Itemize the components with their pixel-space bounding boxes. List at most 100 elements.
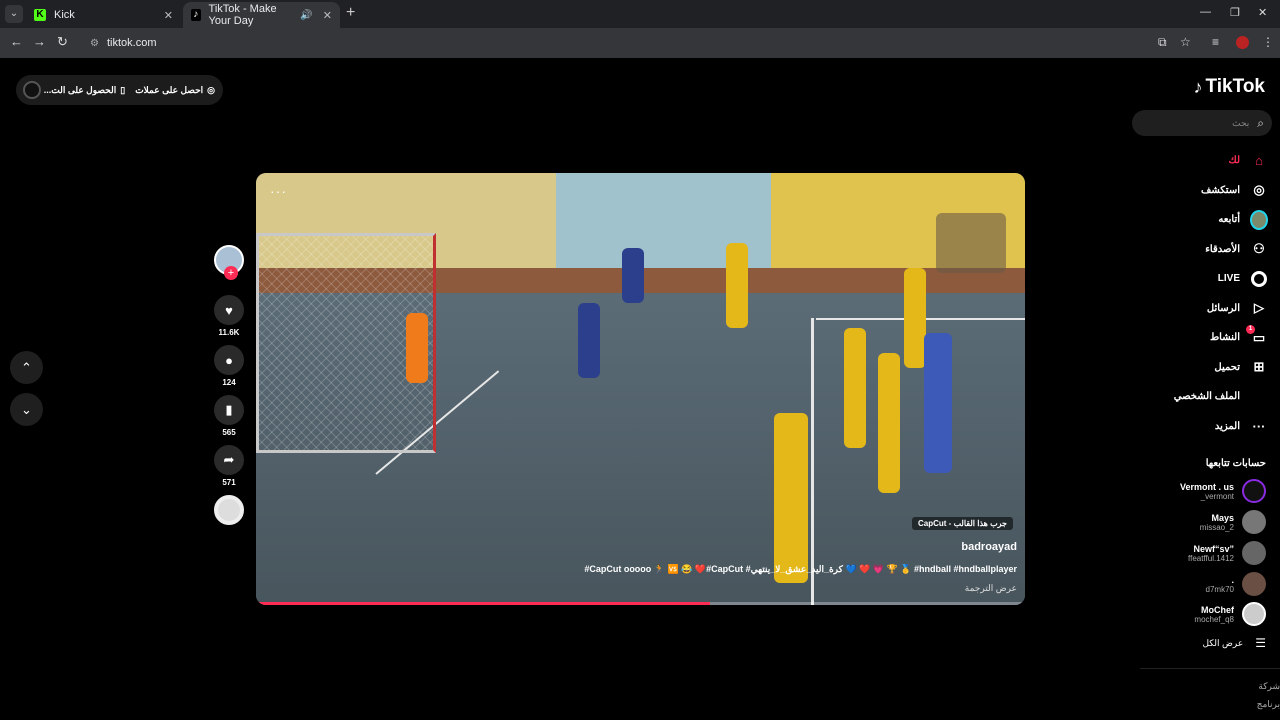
- see-all-link[interactable]: عرض الكل ☰: [1202, 636, 1266, 650]
- sidebar-item-following[interactable]: أتابعه: [1128, 205, 1268, 235]
- bookmark-icon[interactable]: ▮: [214, 395, 244, 425]
- tab-search-button[interactable]: ⌄: [5, 5, 23, 23]
- account-name: Newf“sv”: [1193, 543, 1234, 554]
- player-blue: [924, 333, 952, 473]
- sidebar-item-for-you[interactable]: لك ⌂: [1128, 146, 1268, 176]
- footer-link-program[interactable]: برنامج: [1257, 699, 1280, 710]
- court-line: [811, 318, 814, 605]
- player-yellow: [878, 353, 900, 493]
- sidebar-item-label: المزيد: [1214, 420, 1240, 432]
- new-tab-button[interactable]: +: [346, 4, 355, 22]
- back-icon[interactable]: ←: [10, 34, 23, 49]
- save-action[interactable]: ▮ 565: [214, 395, 244, 437]
- sidebar-item-label: استكشف: [1201, 184, 1240, 196]
- previous-video-button[interactable]: ⌃: [10, 351, 43, 384]
- home-icon: ⌂: [1255, 153, 1263, 169]
- player-blue: [622, 248, 644, 303]
- sidebar-item-label: أتابعه: [1218, 214, 1240, 226]
- site-info-icon[interactable]: ⚙: [90, 38, 99, 49]
- bookmark-star-icon[interactable]: ☆: [1180, 35, 1191, 49]
- player-yellow: [904, 268, 926, 368]
- following-account[interactable]: . d7mk70: [1126, 569, 1266, 599]
- sidebar-item-live[interactable]: LIVE: [1128, 264, 1268, 294]
- sidebar-item-friends[interactable]: الأصدقاء ⚇: [1128, 235, 1268, 265]
- tab-tiktok[interactable]: ♪ TikTok - Make Your Day 🔊 ✕: [183, 2, 340, 28]
- video-more-options-icon[interactable]: ···: [270, 183, 287, 199]
- close-window-icon[interactable]: ✕: [1258, 6, 1267, 19]
- account-handle: _vermont: [1200, 491, 1234, 501]
- following-account[interactable]: MoChef mochef_q8: [1126, 599, 1266, 629]
- profile-avatar-icon[interactable]: [1236, 36, 1249, 49]
- more-icon: ···: [1252, 418, 1266, 434]
- sidebar-item-profile[interactable]: الملف الشخصي: [1128, 382, 1268, 412]
- compass-icon: ◎: [1253, 182, 1265, 198]
- avatar: [1242, 541, 1266, 565]
- reload-icon[interactable]: ↻: [57, 34, 68, 50]
- get-coins-link[interactable]: ◎ احصل على عملات: [135, 85, 215, 96]
- account-name: .: [1231, 574, 1234, 585]
- sidebar-item-label: الأصدقاء: [1205, 243, 1240, 255]
- restore-icon[interactable]: ❐: [1230, 6, 1240, 19]
- sidebar-item-more[interactable]: المزيد ···: [1128, 412, 1268, 442]
- sidebar-item-explore[interactable]: استكشف ◎: [1128, 176, 1268, 206]
- video-author[interactable]: badroayad: [961, 541, 1017, 553]
- tab-kick[interactable]: K Kick ✕: [26, 2, 181, 28]
- get-coins-label: احصل على عملات: [135, 84, 204, 95]
- live-icon: [1250, 270, 1268, 288]
- install-app-icon[interactable]: ⧉: [1158, 35, 1167, 50]
- browser-menu-icon[interactable]: ⋮: [1262, 35, 1274, 49]
- media-controls-icon[interactable]: ≡: [1212, 35, 1219, 49]
- video-caption: #CapCut ooooo 🏃 🆚 😂 ❤️#CapCut #كرة_اليد_…: [584, 564, 1017, 574]
- follow-plus-icon[interactable]: +: [224, 266, 238, 280]
- minimize-icon[interactable]: —: [1200, 6, 1211, 18]
- notification-badge: 1: [1246, 324, 1255, 334]
- get-app-link[interactable]: ▯ الحصول على الت...: [44, 85, 125, 96]
- next-video-button[interactable]: ⌄: [10, 393, 43, 426]
- search-placeholder: بحث: [1232, 117, 1250, 128]
- friends-icon: ⚇: [1253, 241, 1265, 257]
- player-blue: [578, 303, 600, 378]
- sidebar-item-activity[interactable]: النشاط ▭ 1: [1128, 323, 1268, 353]
- save-count: 565: [222, 428, 236, 437]
- heart-icon[interactable]: ♥: [214, 295, 244, 325]
- following-account[interactable]: Newf“sv” ffeatfful.1412: [1126, 538, 1266, 568]
- toggle-circle[interactable]: [23, 81, 41, 99]
- close-tab-icon[interactable]: ✕: [164, 9, 173, 22]
- following-account[interactable]: Vermont . us _vermont: [1126, 476, 1266, 506]
- url-text: tiktok.com: [106, 37, 157, 49]
- video-player[interactable]: ··· CapCut - جرب هذا القالب badroayad #C…: [256, 173, 1025, 605]
- browser-toolbar: ← → ↻ ⚙ tiktok.com ⧉ ☆ ≡ ⋮: [0, 28, 1280, 58]
- account-name: Mays: [1211, 512, 1234, 523]
- avatar: [1242, 479, 1266, 503]
- forward-icon[interactable]: →: [33, 34, 46, 49]
- video-progress-bar[interactable]: [256, 602, 1025, 605]
- share-icon[interactable]: ➦: [214, 445, 244, 475]
- capcut-template-tag[interactable]: CapCut - جرب هذا القالب: [912, 517, 1013, 530]
- share-count: 571: [222, 478, 236, 487]
- logo-text: TikTok: [1205, 76, 1265, 97]
- sidebar-item-label: الملف الشخصي: [1173, 391, 1240, 403]
- creator-avatar[interactable]: +: [214, 245, 244, 280]
- comment-icon[interactable]: ●: [214, 345, 244, 375]
- sidebar-item-label: لك: [1228, 155, 1240, 167]
- like-action[interactable]: ♥ 11.6K: [214, 295, 244, 337]
- sidebar-item-upload[interactable]: تحميل ⊞: [1128, 353, 1268, 383]
- comment-action[interactable]: ● 124: [214, 345, 244, 387]
- following-account[interactable]: Mays missao_2: [1126, 507, 1266, 537]
- phone-icon: ▯: [120, 84, 126, 95]
- footer-link-company[interactable]: شركة: [1258, 681, 1280, 692]
- get-app-label: الحصول على الت...: [43, 84, 117, 95]
- music-disc-icon[interactable]: [214, 495, 244, 525]
- share-action[interactable]: ➦ 571: [214, 445, 244, 487]
- tab-title: TikTok - Make Your Day: [208, 3, 277, 27]
- account-handle: mochef_q8: [1194, 614, 1234, 624]
- audio-playing-icon[interactable]: 🔊: [300, 10, 312, 21]
- sidebar-item-messages[interactable]: الرسائل ▷: [1128, 294, 1268, 324]
- see-translation-link[interactable]: عرض الترجمة: [965, 583, 1017, 594]
- search-icon[interactable]: ⌕: [1257, 116, 1264, 131]
- tiktok-logo[interactable]: ♪ TikTok: [1194, 76, 1265, 98]
- address-bar[interactable]: ⚙ tiktok.com: [82, 31, 1202, 55]
- sidebar-item-label: LIVE: [1217, 273, 1240, 285]
- search-input[interactable]: بحث ⌕: [1132, 110, 1272, 136]
- close-tab-icon[interactable]: ✕: [323, 9, 332, 22]
